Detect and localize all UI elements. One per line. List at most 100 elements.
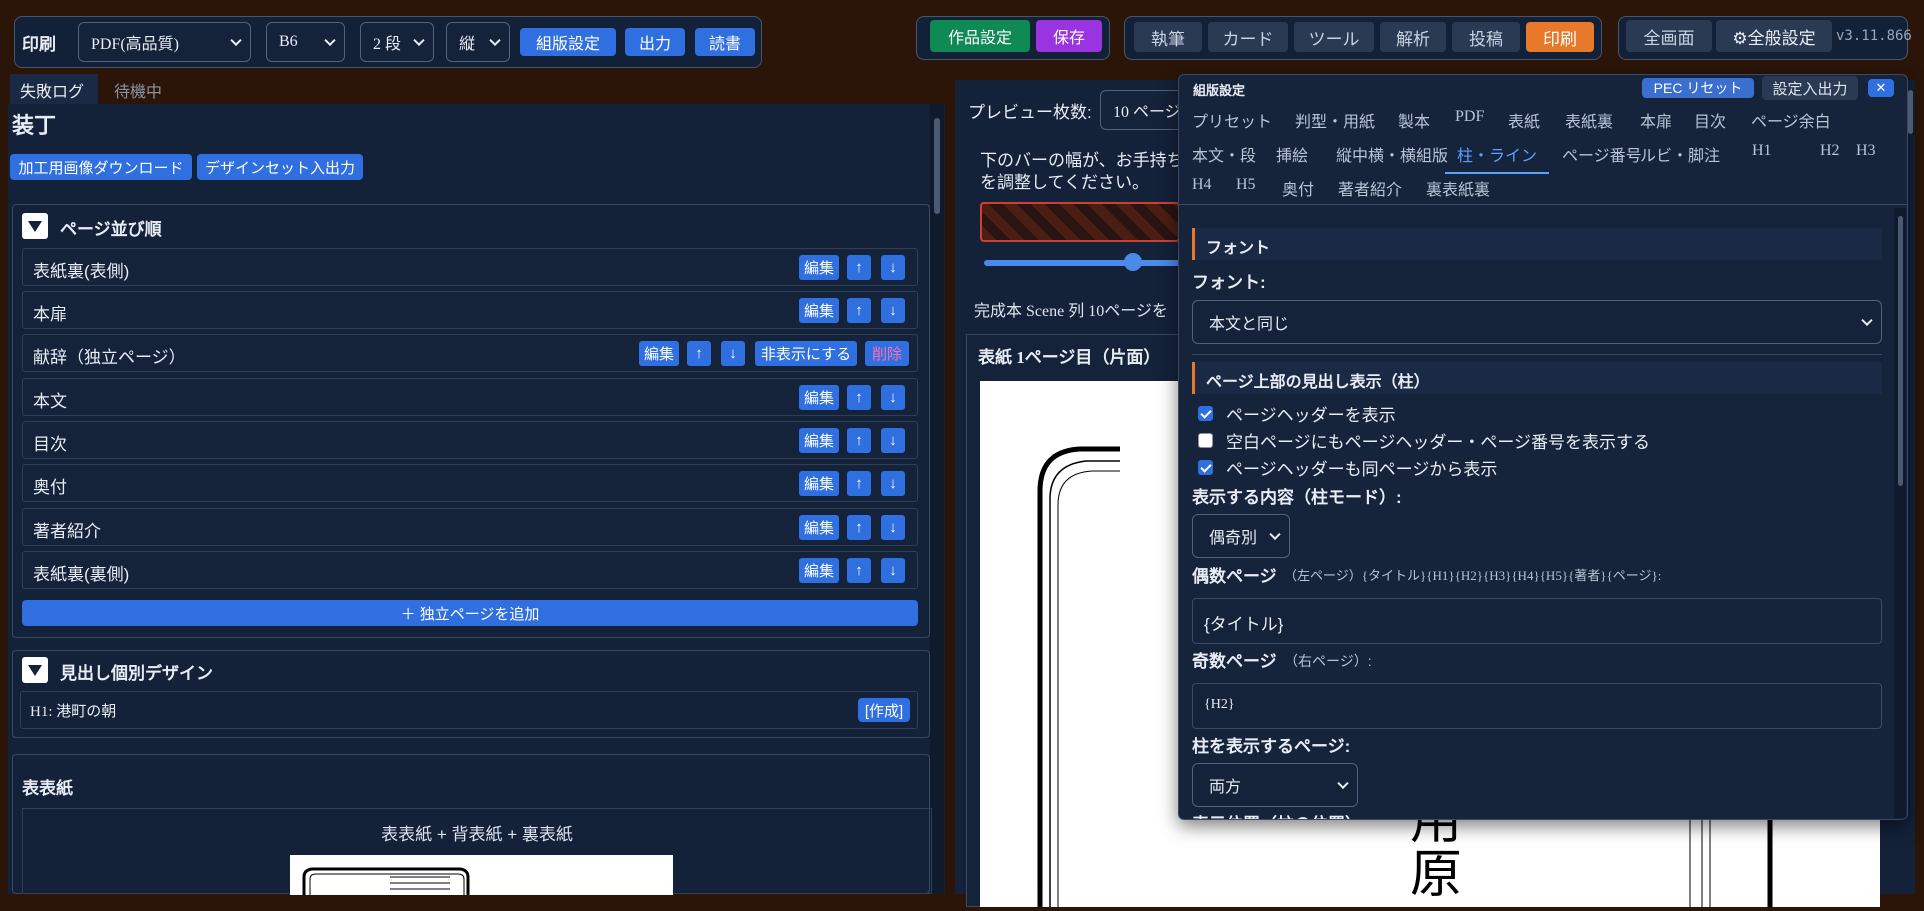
dialog-tab[interactable]: 表紙裏 bbox=[1565, 108, 1613, 132]
dialog-tab[interactable]: 奥付 bbox=[1282, 176, 1314, 200]
edit-button[interactable]: 編集 bbox=[799, 298, 839, 323]
odd-page-input[interactable] bbox=[1192, 683, 1882, 729]
move-up-button[interactable]: ↑ bbox=[847, 298, 871, 323]
dialog-tab[interactable]: ページ余白 bbox=[1751, 108, 1831, 132]
dialog-tab[interactable]: H4 bbox=[1192, 176, 1212, 194]
edit-button[interactable]: 編集 bbox=[639, 341, 679, 366]
dialog-tab[interactable]: 縦中横・横組版 bbox=[1336, 142, 1448, 166]
dialog-tab[interactable]: 判型・用紙 bbox=[1295, 108, 1375, 132]
tab-writing[interactable]: 執筆 bbox=[1134, 22, 1202, 52]
dialog-tab[interactable]: 著者紹介 bbox=[1338, 176, 1402, 200]
dialog-tab[interactable]: H5 bbox=[1236, 176, 1256, 194]
tab-print[interactable]: 印刷 bbox=[1526, 22, 1594, 52]
edit-button[interactable]: 編集 bbox=[799, 515, 839, 540]
dialog-tab[interactable]: 目次 bbox=[1694, 108, 1726, 132]
dialog-tab[interactable]: H2 bbox=[1820, 142, 1840, 160]
global-settings-button[interactable]: ⚙全般設定 bbox=[1716, 20, 1832, 52]
move-up-button[interactable]: ↑ bbox=[847, 255, 871, 280]
add-page-button[interactable]: ＋ 独立ページを追加 bbox=[22, 600, 918, 626]
save-button[interactable]: 保存 bbox=[1036, 20, 1102, 52]
print-label: 印刷 bbox=[22, 35, 56, 54]
page-order-label: 本扉 bbox=[33, 305, 67, 324]
font-select[interactable]: 本文と同じ bbox=[1192, 300, 1882, 344]
dialog-tab[interactable]: 表紙 bbox=[1508, 108, 1540, 132]
close-icon[interactable]: ✕ bbox=[1868, 79, 1894, 97]
tab-post[interactable]: 投稿 bbox=[1452, 22, 1520, 52]
move-down-button[interactable]: ↓ bbox=[881, 385, 905, 410]
edit-button[interactable]: 編集 bbox=[799, 385, 839, 410]
cover-subtitle: 表表紙 + 背表紙 + 裏表紙 bbox=[381, 825, 573, 844]
scroll-thumb[interactable] bbox=[934, 118, 940, 214]
outer-scrollbar-thumb[interactable] bbox=[1908, 90, 1913, 134]
tab-tools[interactable]: ツール bbox=[1294, 22, 1374, 52]
log-tab-fail[interactable]: 失敗ログ bbox=[10, 74, 98, 104]
odd-label: 奇数ページ bbox=[1192, 652, 1277, 671]
even-page-input[interactable] bbox=[1192, 598, 1882, 644]
page-order-row: 本文 編集 ↑ ↓ bbox=[22, 378, 918, 416]
move-down-button[interactable]: ↓ bbox=[881, 558, 905, 583]
hide-button[interactable]: 非表示にする bbox=[755, 341, 857, 366]
pages-select[interactable]: 両方 bbox=[1192, 763, 1358, 807]
move-down-button[interactable]: ↓ bbox=[881, 298, 905, 323]
dialog-tab[interactable]: 挿絵 bbox=[1276, 142, 1308, 166]
mode-select[interactable]: 偶奇別 bbox=[1192, 514, 1290, 558]
move-down-button[interactable]: ↓ bbox=[881, 515, 905, 540]
work-settings-button[interactable]: 作品設定 bbox=[930, 20, 1030, 52]
same-page-header-checkbox[interactable] bbox=[1198, 460, 1213, 475]
show-header-checkbox[interactable] bbox=[1198, 406, 1213, 421]
orientation-select[interactable]: 縦 bbox=[446, 22, 510, 62]
section-divider bbox=[1192, 354, 1882, 355]
layout-settings-button[interactable]: 組版設定 bbox=[520, 28, 616, 56]
dialog-tab[interactable]: ページ番号 bbox=[1562, 142, 1642, 166]
tab-analysis[interactable]: 解析 bbox=[1380, 22, 1446, 52]
fullscreen-button[interactable]: 全画面 bbox=[1626, 20, 1712, 52]
dialog-tab[interactable]: プリセット bbox=[1192, 108, 1272, 132]
blank-page-header-checkbox[interactable] bbox=[1198, 433, 1213, 448]
slider-thumb[interactable] bbox=[1124, 253, 1142, 271]
dialog-tab[interactable]: 本扉 bbox=[1640, 108, 1672, 132]
collapse-triangle-icon[interactable] bbox=[22, 213, 48, 239]
same-page-header-label: ページヘッダーも同ページから表示 bbox=[1226, 460, 1498, 479]
move-down-button[interactable]: ↓ bbox=[881, 255, 905, 280]
move-down-button[interactable]: ↓ bbox=[881, 428, 905, 453]
log-tab-waiting[interactable]: 待機中 bbox=[108, 74, 168, 106]
move-up-button[interactable]: ↑ bbox=[847, 428, 871, 453]
read-button[interactable]: 読書 bbox=[695, 28, 755, 56]
heading-row bbox=[20, 691, 918, 729]
edit-button[interactable]: 編集 bbox=[799, 255, 839, 280]
quality-select[interactable]: PDF(高品質) bbox=[78, 22, 251, 62]
preview-char-2: 原 bbox=[1410, 847, 1463, 904]
dialog-tab[interactable]: H3 bbox=[1856, 142, 1876, 160]
move-up-button[interactable]: ↑ bbox=[847, 515, 871, 540]
columns-select[interactable]: 2 段 bbox=[360, 22, 434, 62]
settings-io-button[interactable]: 設定入出力 bbox=[1762, 76, 1858, 100]
dialog-tab[interactable]: 本文・段 bbox=[1192, 142, 1256, 166]
width-slider[interactable] bbox=[984, 260, 1180, 266]
delete-button[interactable]: 削除 bbox=[865, 341, 909, 366]
tab-cards[interactable]: カード bbox=[1208, 22, 1288, 52]
collapse-triangle-icon[interactable] bbox=[22, 657, 48, 683]
dialog-tab[interactable]: 裏表紙裏 bbox=[1426, 176, 1490, 200]
edit-button[interactable]: 編集 bbox=[799, 558, 839, 583]
left-scrollbar[interactable] bbox=[930, 104, 944, 894]
edit-button[interactable]: 編集 bbox=[799, 428, 839, 453]
designset-button[interactable]: デザインセット入出力 bbox=[197, 154, 363, 180]
dialog-tab[interactable]: 製本 bbox=[1398, 108, 1430, 132]
move-down-button[interactable]: ↓ bbox=[721, 341, 745, 366]
move-up-button[interactable]: ↑ bbox=[687, 341, 711, 366]
move-up-button[interactable]: ↑ bbox=[847, 558, 871, 583]
size-select[interactable]: B6 bbox=[266, 22, 345, 62]
dialog-tab[interactable]: 柱・ライン bbox=[1445, 142, 1550, 174]
output-button[interactable]: 出力 bbox=[625, 28, 685, 56]
move-up-button[interactable]: ↑ bbox=[847, 385, 871, 410]
edit-button[interactable]: 編集 bbox=[799, 471, 839, 496]
dialog-tab[interactable]: ルビ・脚注 bbox=[1640, 142, 1720, 166]
move-down-button[interactable]: ↓ bbox=[881, 471, 905, 496]
dialog-scroll-thumb[interactable] bbox=[1898, 216, 1903, 486]
dialog-tab[interactable]: H1 bbox=[1752, 142, 1772, 160]
move-up-button[interactable]: ↑ bbox=[847, 471, 871, 496]
create-heading-button[interactable]: [作成] bbox=[858, 698, 910, 722]
download-images-button[interactable]: 加工用画像ダウンロード bbox=[10, 154, 192, 180]
dialog-tab[interactable]: PDF bbox=[1455, 108, 1484, 126]
pec-reset-button[interactable]: PEC リセット bbox=[1642, 78, 1754, 98]
